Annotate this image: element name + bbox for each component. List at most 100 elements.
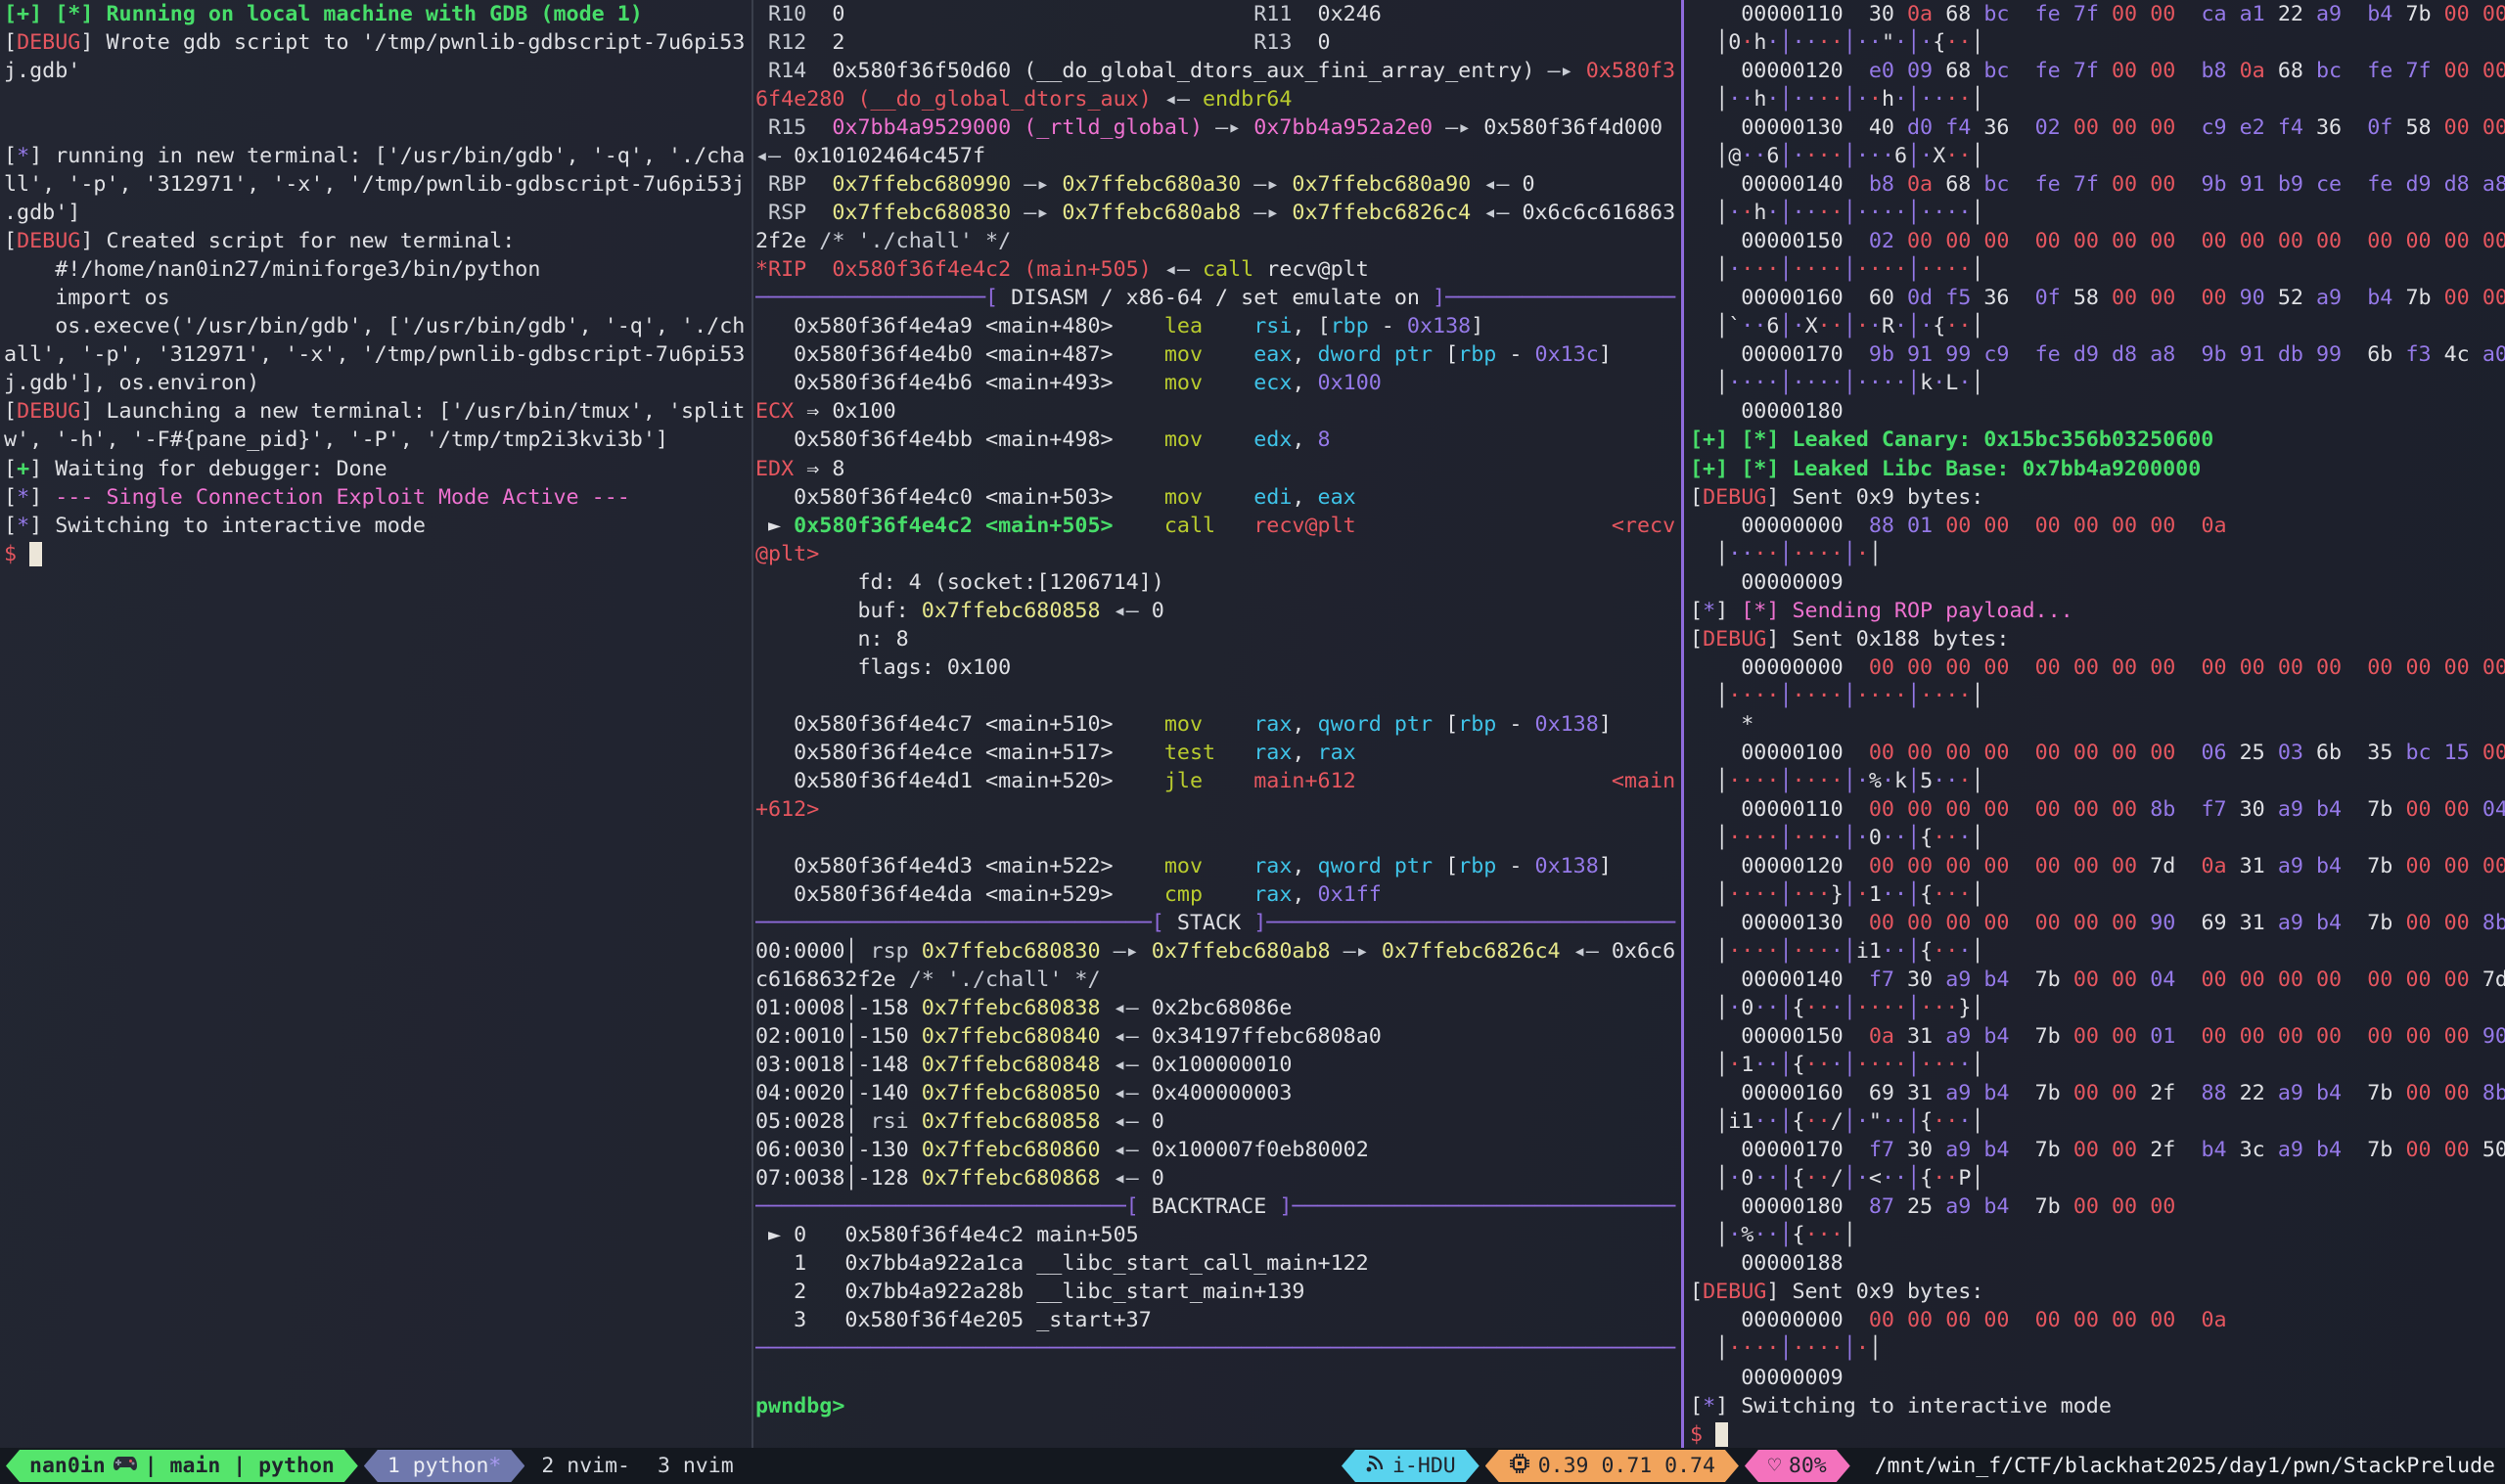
text-span: 2f: [2150, 1081, 2175, 1105]
tmux-session-segment[interactable]: nan0in | main | python: [6, 1450, 358, 1482]
text-span: main+612: [1253, 769, 1355, 793]
text-span: 0f: [2035, 286, 2061, 310]
hexdump-ascii-line: │·%··│{···│: [1690, 1221, 2505, 1249]
pane-divider[interactable]: [752, 0, 753, 1448]
text-span: 0: [1741, 1166, 1754, 1191]
text-span: ·: [1741, 882, 1754, 907]
text-span: ,: [1292, 854, 1317, 878]
text-span: [2392, 342, 2405, 367]
text-span: 0: [1152, 1166, 1164, 1191]
text-span: [2303, 59, 2316, 83]
text-span: 00: [1907, 1308, 1933, 1332]
load-average-values: 0.39 0.71 0.74: [1538, 1454, 1715, 1478]
text-span: [1971, 172, 1983, 197]
text-span: ]: [1599, 712, 1612, 737]
text-span: 00: [2240, 229, 2265, 253]
text-span: 7b: [2035, 1138, 2061, 1162]
text-span: │: [1971, 939, 1983, 964]
text-span: jle: [1164, 769, 1253, 793]
text-span: [2342, 1081, 2367, 1105]
text-span: 0x7ffebc680860: [922, 1138, 1114, 1162]
text-span: [2061, 229, 2073, 253]
cpu-load-segment: 0.39 0.71 0.74: [1485, 1450, 1739, 1482]
text-span: ·: [1741, 314, 1754, 338]
text-span: 0: [1869, 826, 1882, 850]
text-span: {: [1920, 1109, 1933, 1134]
tmux-window-1-active[interactable]: 1 python*: [364, 1450, 525, 1482]
text-span: [2175, 229, 2201, 253]
text-span: [1971, 911, 1983, 935]
text-span: 00: [2240, 655, 2265, 680]
hexdump-hex-line: 00000110 00 00 00 00 00 00 00 8b f7 30 a…: [1690, 795, 2505, 824]
text-span: h: [1754, 30, 1766, 55]
text-span: ·: [1945, 769, 1958, 793]
text-span: [1894, 1024, 1907, 1049]
text-span: ·: [1831, 996, 1844, 1020]
text-span: [2010, 911, 2035, 935]
section-separator: ────────────────────────────────────────…: [755, 1334, 1679, 1363]
tmux-window-3[interactable]: 3 nvim: [658, 1454, 734, 1478]
tmux-window-2[interactable]: 2 nvim-: [541, 1454, 630, 1478]
text-span: │: [1844, 1223, 1856, 1247]
text-span: ·: [1728, 542, 1741, 566]
text-span: ·: [1882, 257, 1894, 282]
text-span: 00: [2112, 514, 2137, 538]
pane-pwndbg-context[interactable]: R10 0 R11 0x246 R12 2 R13 0 R14 0x580f36…: [755, 0, 1679, 1448]
text-span: [1894, 1081, 1907, 1105]
cpu-icon: [1509, 1453, 1530, 1480]
text-span: 1: [1741, 1109, 1754, 1134]
hexdump-hex-line: 00000180 87 25 a9 b4 7b 00 00 00: [1690, 1192, 2505, 1221]
text-span: ───────────────────────────────[: [755, 911, 1164, 935]
text-span: —▸: [1024, 172, 1062, 197]
text-span: 00: [2444, 1024, 2470, 1049]
text-span: ·: [1805, 1166, 1818, 1191]
text-span: —▸: [1445, 115, 1483, 140]
text-span: ] Switching to interactive mode: [29, 514, 426, 538]
text-span: lea: [1164, 314, 1253, 338]
terminal-line: [DEBUG] Sent 0x9 bytes:: [1690, 1278, 2505, 1306]
text-span: [2392, 229, 2405, 253]
text-span: [2010, 1081, 2035, 1105]
text-span: [2432, 967, 2444, 992]
text-span: │: [1779, 996, 1792, 1020]
text-span: [2061, 741, 2073, 765]
pane-pwntools-exploit-log[interactable]: [+] [*] Running on local machine with GD…: [4, 0, 752, 1448]
text-span: 00000150: [1690, 229, 1869, 253]
battery-percent: 80%: [1789, 1454, 1827, 1478]
text-span: [2099, 514, 2112, 538]
text-span: [1971, 1194, 1983, 1219]
text-span: │: [1971, 314, 1983, 338]
text-span: 00: [1983, 854, 2009, 878]
text-span: ll', '-p', '312971', '-x', '/tmp/pwnlib-…: [4, 172, 745, 197]
text-span: ·: [1958, 30, 1971, 55]
text-span: 00: [1907, 854, 1933, 878]
hexdump-hex-line: 00000160 60 0d f5 36 0f 58 00 00 00 90 5…: [1690, 284, 2505, 312]
text-span: b4: [1983, 1081, 2009, 1105]
terminal-line: j.gdb'], os.environ): [4, 369, 752, 397]
text-span: │: [1779, 1166, 1792, 1191]
text-span: i: [1856, 939, 1869, 964]
text-span: [755, 1366, 768, 1390]
text-span: 00: [2278, 229, 2303, 253]
text-span: rsi: [1253, 314, 1292, 338]
text-span: ·: [1869, 144, 1882, 168]
text-span: ◂—: [1114, 1053, 1152, 1077]
text-span: ·: [1818, 542, 1831, 566]
hexdump-hex-line: 00000170 f7 30 a9 b4 7b 00 00 2f b4 3c a…: [1690, 1136, 2505, 1164]
pane-exploit-hexdump-output[interactable]: 00000110 30 0a 68 bc fe 7f 00 00 ca a1 2…: [1690, 0, 2505, 1448]
text-span: eax: [1253, 342, 1292, 367]
text-span: 00000000: [1690, 1308, 1869, 1332]
text-span: 69: [2201, 911, 2226, 935]
text-span: ·: [1741, 826, 1754, 850]
text-span: d8: [2112, 342, 2137, 367]
text-span: R14: [755, 59, 832, 83]
text-span: [2175, 655, 2201, 680]
text-span: [2010, 1138, 2035, 1162]
pane-divider-active[interactable]: [1681, 0, 1684, 1448]
text-span: BACKTRACE: [1139, 1194, 1280, 1219]
text-span: ·: [1741, 371, 1754, 395]
text-span: [2470, 797, 2482, 822]
text-span: 00000140: [1690, 172, 1869, 197]
terminal-line: w', '-h', '-F#{pane_pid}', '-P', '/tmp/t…: [4, 426, 752, 454]
text-span: ·: [1818, 87, 1831, 112]
